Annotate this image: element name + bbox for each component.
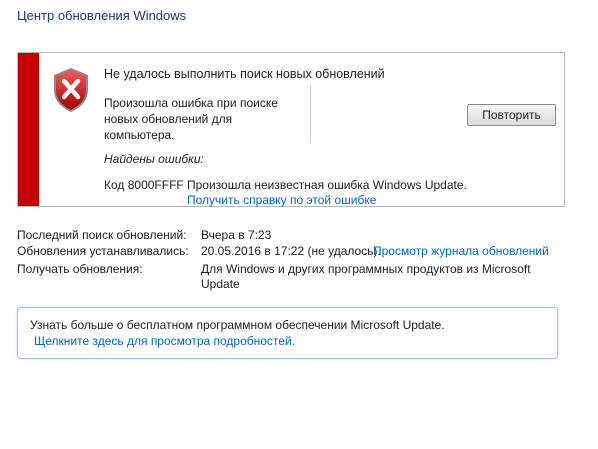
error-heading: Не удалось выполнить поиск новых обновле… bbox=[104, 67, 385, 81]
error-description: Произошла ошибка при поиске новых обновл… bbox=[104, 96, 278, 142]
errors-found-label: Найдены ошибки: bbox=[104, 152, 204, 166]
error-panel: Не удалось выполнить поиск новых обновле… bbox=[17, 52, 565, 207]
microsoft-update-promo: Узнать больше о бесплатном программном о… bbox=[17, 307, 558, 359]
update-history-link[interactable]: Просмотр журнала обновлений bbox=[373, 244, 549, 258]
error-message: Произошла неизвестная ошибка Windows Upd… bbox=[187, 178, 467, 192]
error-stripe bbox=[18, 53, 39, 206]
promo-details-link[interactable]: Щелкните здесь для просмотра подробносте… bbox=[34, 334, 295, 348]
installed-label: Обновления устанавливались: bbox=[17, 244, 189, 258]
last-search-value: Вчера в 7:23 bbox=[201, 228, 272, 242]
error-code: Код 8000FFFF bbox=[104, 178, 184, 192]
error-help-link[interactable]: Получить справку по этой ошибке bbox=[187, 193, 376, 207]
panel-divider bbox=[310, 85, 311, 143]
error-shield-icon bbox=[54, 68, 88, 112]
receive-updates-value: Для Windows и других программных продукт… bbox=[201, 262, 531, 291]
page-title: Центр обновления Windows bbox=[17, 8, 187, 23]
installed-value: 20.05.2016 в 17:22 (не удалось). bbox=[201, 244, 381, 258]
receive-updates-label: Получать обновления: bbox=[17, 262, 143, 276]
last-search-label: Последний поиск обновлений: bbox=[17, 228, 187, 242]
retry-button[interactable]: Повторить bbox=[467, 104, 556, 126]
promo-title: Узнать больше о бесплатном программном о… bbox=[30, 318, 445, 332]
